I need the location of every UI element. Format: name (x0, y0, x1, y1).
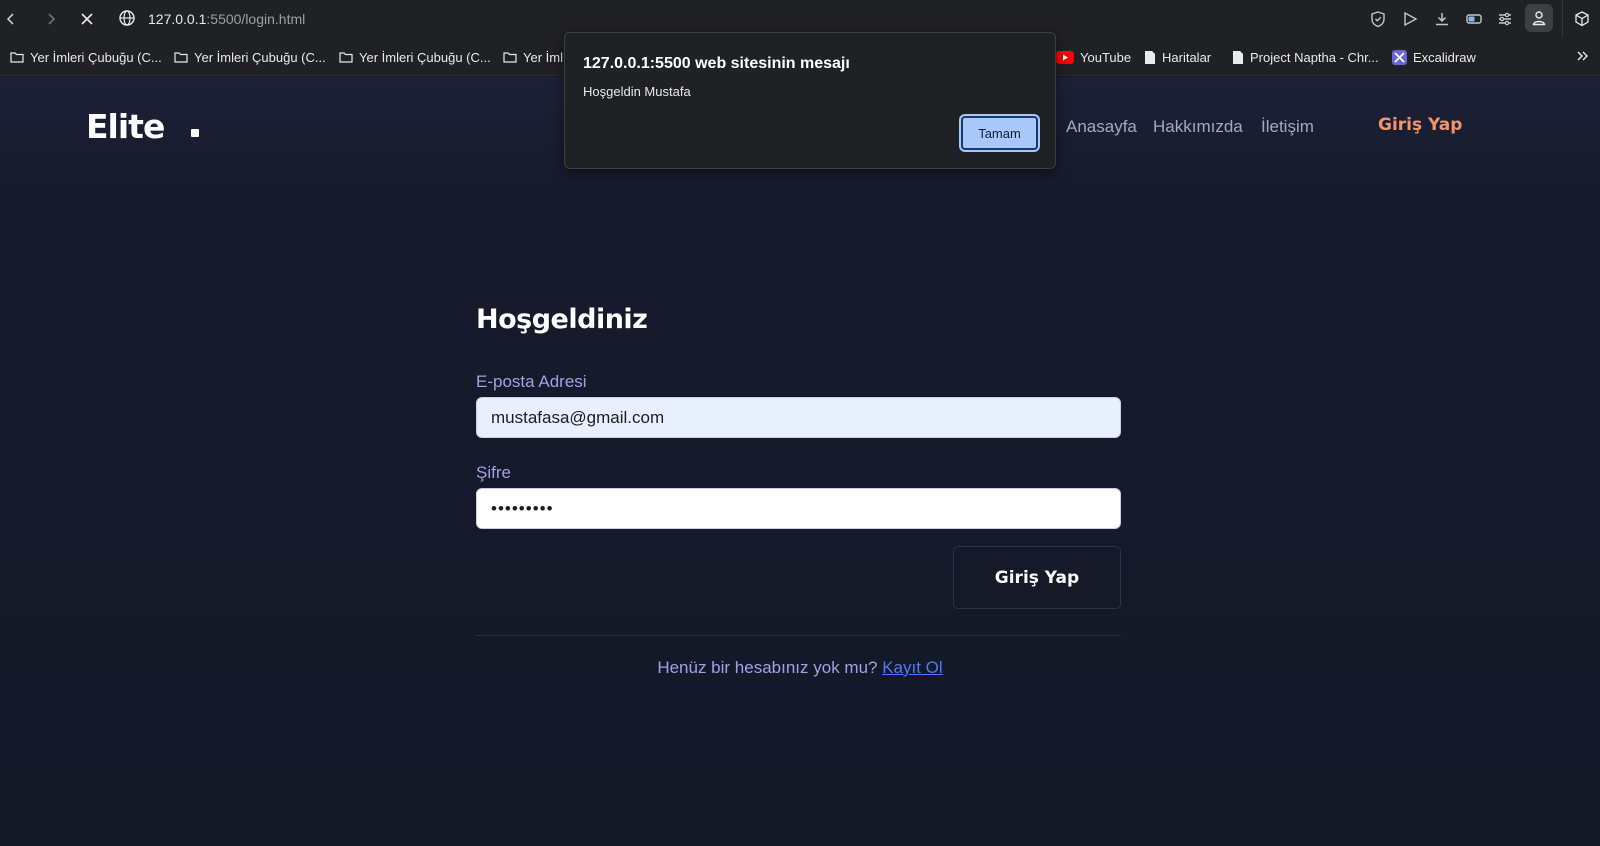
excalidraw-icon (1392, 49, 1407, 65)
folder-icon (503, 52, 517, 63)
bookmark-label: Excalidraw (1413, 49, 1476, 65)
stop-loading-button[interactable] (74, 6, 100, 32)
folder-icon (174, 52, 188, 63)
nav-login-link[interactable]: Giriş Yap (1378, 115, 1462, 135)
bookmark-folder-2[interactable]: Yer İmleri Çubuğu (C... (174, 48, 326, 66)
signup-prompt-text: Henüz bir hesabınız yok mu? (657, 658, 878, 677)
bookmark-label: Yer İmleri Çubuğu (C... (359, 49, 491, 65)
bookmark-label: Yer İml (523, 49, 563, 65)
forward-button[interactable] (38, 6, 64, 32)
more-bookmarks-button[interactable] (1575, 49, 1589, 68)
chevron-right-icon (48, 13, 56, 25)
bookmark-folder-4[interactable]: Yer İml (503, 48, 563, 66)
bookmark-project-naptha[interactable]: Project Naptha - Chr... (1232, 48, 1379, 66)
folder-icon (339, 52, 353, 63)
nav-link-hakkimizda[interactable]: Hakkımızda (1153, 117, 1243, 137)
bookmark-label: Yer İmleri Çubuğu (C... (30, 49, 162, 65)
extensions-button[interactable] (1562, 0, 1600, 38)
bookmark-excalidraw[interactable]: Excalidraw (1392, 48, 1476, 66)
alert-dialog: 127.0.0.1:5500 web sitesinin mesajı Hoşg… (564, 32, 1056, 169)
signup-link[interactable]: Kayıt Ol (882, 658, 942, 677)
cube-icon (1574, 11, 1589, 27)
site-info-icon[interactable] (118, 9, 138, 29)
address-bar[interactable]: 127.0.0.1:5500/login.html (148, 9, 305, 29)
logo-dot (191, 129, 199, 137)
back-button[interactable] (0, 6, 24, 32)
extension-toggle-icon[interactable] (1462, 7, 1486, 31)
page-icon (1233, 50, 1243, 64)
page-content: Elite Anasayfa Hakkımızda İletişim Giriş… (0, 77, 1600, 846)
password-label: Şifre (476, 463, 511, 482)
bookmark-label: Haritalar (1162, 49, 1212, 65)
email-label: E-posta Adresi (476, 372, 587, 391)
form-divider (476, 635, 1121, 636)
person-icon (1532, 11, 1546, 26)
site-logo[interactable]: Elite (86, 107, 165, 146)
folder-icon (10, 52, 24, 63)
settings-sliders-icon[interactable] (1493, 7, 1517, 31)
send-icon[interactable] (1398, 7, 1422, 31)
url-host: 127.0.0.1 (148, 11, 207, 27)
bookmark-label: YouTube (1080, 49, 1132, 65)
bookmark-haritalar[interactable]: Haritalar (1144, 48, 1211, 66)
login-submit-button[interactable]: Giriş Yap (953, 546, 1121, 609)
dialog-title: 127.0.0.1:5500 web sitesinin mesajı (583, 55, 850, 72)
profile-avatar[interactable] (1525, 4, 1553, 32)
double-chevron-right-icon (1577, 51, 1588, 61)
nav-link-anasayfa[interactable]: Anasayfa (1066, 117, 1137, 137)
bookmark-youtube[interactable]: YouTube (1056, 48, 1131, 66)
nav-link-iletisim[interactable]: İletişim (1261, 117, 1314, 137)
email-field[interactable] (476, 397, 1121, 438)
dialog-message: Hoşgeldin Mustafa (583, 84, 691, 99)
chevron-left-icon (6, 13, 14, 25)
password-field[interactable] (476, 488, 1121, 529)
signup-prompt: Henüz bir hesabınız yok mu? Kayıt Ol (0, 658, 1600, 678)
dialog-ok-button[interactable]: Tamam (961, 116, 1038, 150)
close-icon (81, 13, 93, 25)
form-title: Hoşgeldiniz (476, 304, 648, 335)
url-path: :5500/login.html (206, 11, 306, 27)
youtube-icon (1056, 50, 1074, 64)
bookmark-folder-3[interactable]: Yer İmleri Çubuğu (C... (339, 48, 491, 66)
shield-icon[interactable] (1366, 7, 1390, 31)
download-icon[interactable] (1430, 7, 1454, 31)
page-icon (1145, 50, 1155, 64)
bookmark-folder-1[interactable]: Yer İmleri Çubuğu (C... (10, 48, 162, 66)
bookmark-label: Project Naptha - Chr... (1250, 49, 1379, 65)
bookmark-label: Yer İmleri Çubuğu (C... (194, 49, 326, 65)
